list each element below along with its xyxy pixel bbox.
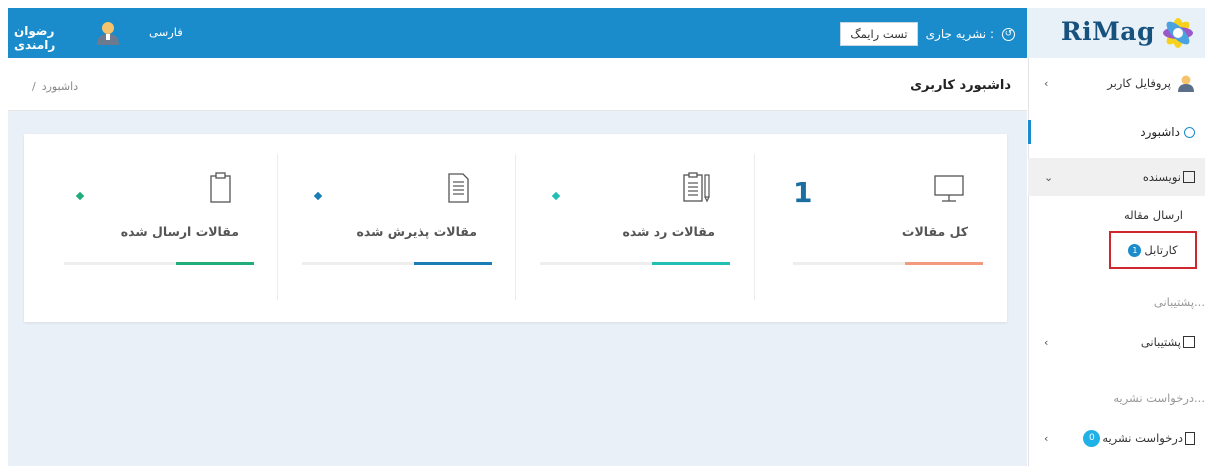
journal-selector[interactable]: تست رایمگ (840, 22, 918, 46)
chevron-left-icon: ‹ (1044, 431, 1049, 445)
support-icon (1183, 336, 1195, 348)
sidebar-item-dashboard[interactable]: داشبورد (1028, 120, 1205, 144)
sidebar-item-label: پروفایل کاربر (1107, 76, 1171, 90)
stat-progress-fill (905, 262, 983, 265)
section-label: درخواست نشریه... (1113, 391, 1205, 405)
user-avatar-icon[interactable] (95, 19, 121, 45)
page-header: داشبورد کاربری / داشبورد (8, 58, 1027, 111)
stat-title: مقالات ارسال شده (120, 224, 239, 239)
flower-logo-icon (1163, 18, 1193, 48)
stat-submitted-articles[interactable]: مقالات ارسال شده (40, 154, 278, 300)
stat-progress-track (540, 262, 730, 265)
sidebar-section-request: درخواست نشریه... (1028, 388, 1205, 408)
document-icon (1185, 431, 1195, 445)
request-badge: 0 (1083, 429, 1101, 447)
stat-progress-track (302, 262, 492, 265)
chevron-left-icon: ‹ (1044, 76, 1049, 90)
user-avatar-icon (1178, 75, 1194, 92)
sidebar-item-profile[interactable]: پروفایل کاربر ‹ (1028, 68, 1205, 98)
logo[interactable]: RiMag (1027, 8, 1205, 58)
current-journal: ↺ نشریه جاری : تست رایمگ (840, 22, 1015, 46)
stat-title: مقالات پذیرش شده (356, 224, 477, 239)
breadcrumb-item[interactable]: داشبورد (42, 80, 78, 93)
stat-indicator-dot (551, 191, 561, 201)
journal-label: نشریه جاری : (925, 27, 994, 41)
stat-progress-fill (176, 262, 254, 265)
stat-indicator-dot (75, 191, 85, 201)
stat-rejected-articles[interactable]: مقالات رد شده (516, 154, 754, 300)
chevron-left-icon: ‹ (1044, 335, 1049, 349)
sidebar: پروفایل کاربر ‹ داشبورد نویسنده ⌄ ارسال … (1028, 58, 1205, 466)
stat-progress-track (64, 262, 254, 265)
sidebar-item-label: ارسال مقاله (1123, 208, 1183, 222)
stat-progress-track (793, 262, 983, 265)
stat-total-articles[interactable]: 1 کل مقالات (769, 154, 1007, 300)
monitor-icon (934, 175, 964, 202)
stat-divider (754, 154, 755, 300)
kartable-badge: 1 (1128, 243, 1142, 257)
top-bar: رضوان رامندی فارسی ↺ نشریه جاری : تست را… (8, 8, 1205, 58)
sidebar-item-support[interactable]: پشتیبانی ‹ (1028, 328, 1205, 356)
stat-accepted-articles[interactable]: مقالات پذیرش شده (278, 154, 516, 300)
switch-icon[interactable]: ↺ (1002, 27, 1015, 41)
page-title: داشبورد کاربری (910, 78, 1011, 93)
section-label: پشتیبانی... (1153, 295, 1205, 309)
document-icon (448, 173, 469, 203)
stat-title: کل مقالات (901, 224, 968, 239)
main-content: داشبورد کاربری / داشبورد 1 کل مقالات مقا… (8, 58, 1027, 466)
stat-indicator-dot (313, 191, 323, 201)
clipboard-icon (210, 172, 231, 203)
edit-icon (1183, 171, 1195, 183)
stats-card: 1 کل مقالات مقالات رد شده مقالات پذیرش ش… (24, 134, 1007, 322)
stat-count: 1 (793, 176, 813, 209)
username[interactable]: رضوان رامندی (14, 24, 55, 52)
breadcrumb: / داشبورد (32, 80, 78, 93)
sidebar-section-support: پشتیبانی... (1028, 292, 1205, 312)
sidebar-item-request[interactable]: درخواست نشریه 0 ‹ (1028, 424, 1205, 452)
clock-icon (1184, 126, 1195, 138)
clipboard-edit-icon (683, 172, 710, 203)
sidebar-item-kartable[interactable]: کارتابل 1 (1109, 231, 1197, 269)
sidebar-item-label: پشتیبانی (1140, 335, 1181, 349)
sidebar-item-writer[interactable]: نویسنده ⌄ (1028, 158, 1205, 196)
logo-text: RiMag (1060, 17, 1155, 46)
sidebar-item-label: نویسنده (1142, 170, 1181, 184)
stat-title: مقالات رد شده (622, 224, 715, 239)
sidebar-item-submit-article[interactable]: ارسال مقاله (1028, 204, 1205, 226)
sidebar-item-label: داشبورد (1140, 125, 1180, 139)
breadcrumb-separator: / (32, 80, 36, 93)
chevron-down-icon: ⌄ (1044, 170, 1054, 184)
stat-progress-fill (652, 262, 730, 265)
language-selector[interactable]: فارسی (149, 25, 183, 39)
sidebar-item-label: کارتابل (1144, 243, 1178, 257)
stat-progress-fill (414, 262, 492, 265)
sidebar-item-label: درخواست نشریه (1102, 431, 1183, 445)
